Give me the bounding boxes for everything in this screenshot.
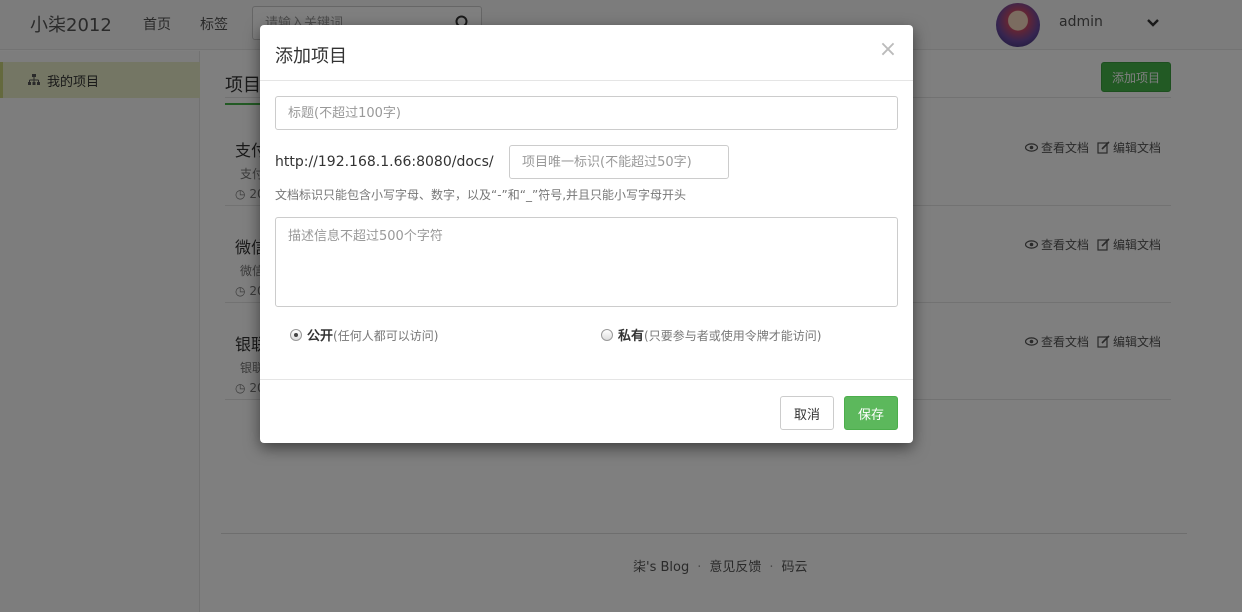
visibility-public-option[interactable]: 公开(任何人都可以访问) — [290, 325, 438, 344]
modal-footer: 取消 保存 — [260, 379, 913, 443]
radio-public[interactable] — [290, 328, 302, 341]
add-project-modal: 添加项目 × http://192.168.1.66:8080/docs/ 文档… — [260, 25, 913, 443]
save-button[interactable]: 保存 — [844, 396, 898, 430]
project-identifier-input[interactable] — [509, 145, 729, 179]
modal-title: 添加项目 — [275, 46, 347, 67]
modal-header: 添加项目 × — [260, 25, 913, 81]
cancel-button[interactable]: 取消 — [780, 396, 834, 430]
radio-private[interactable] — [601, 328, 613, 341]
identifier-help-text: 文档标识只能包含小写字母、数字，以及“-”和“_”符号,并且只能小写字母开头 — [275, 188, 687, 202]
url-prefix: http://192.168.1.66:8080/docs/ — [275, 154, 494, 170]
visibility-private-option[interactable]: 私有(只要参与者或使用令牌才能访问) — [601, 325, 821, 344]
project-description-input[interactable] — [275, 217, 898, 307]
close-icon[interactable]: × — [877, 39, 899, 61]
project-title-input[interactable] — [275, 96, 898, 130]
